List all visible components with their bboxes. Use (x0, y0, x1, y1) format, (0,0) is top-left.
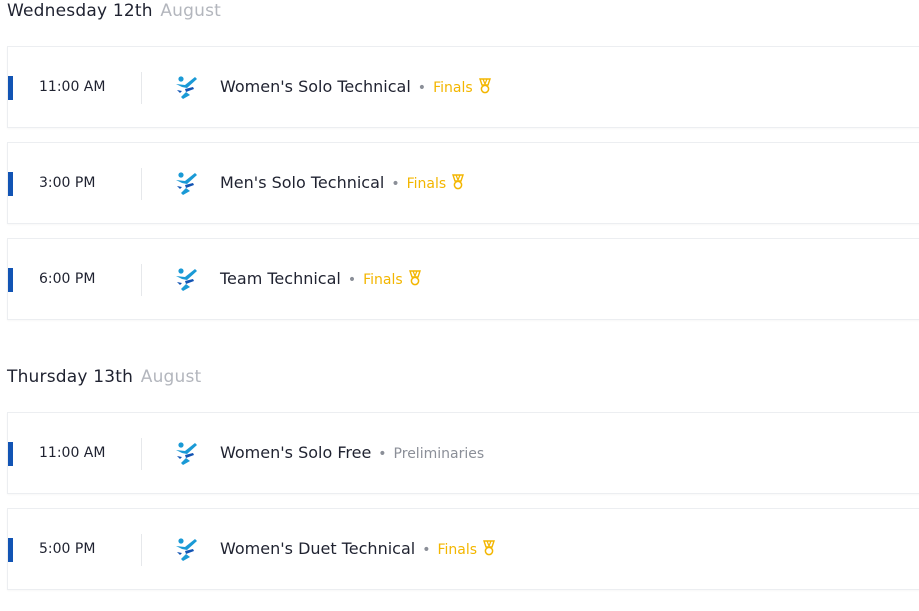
event-name: Team Technical (220, 269, 341, 288)
artistic-swimming-icon (176, 76, 197, 99)
accent-bar (8, 538, 13, 562)
divider (141, 168, 142, 200)
event-time: 11:00 AM (39, 445, 106, 461)
medal-icon (478, 78, 491, 94)
artistic-swimming-icon (176, 442, 197, 465)
accent-bar (8, 442, 13, 466)
divider (141, 534, 142, 566)
artistic-swimming-icon (176, 268, 197, 291)
separator-dot: • (378, 446, 387, 462)
day-month: August (140, 367, 202, 387)
artistic-swimming-icon (176, 538, 197, 561)
event-card[interactable]: 6:00 PM Team Technical • Finals (7, 238, 919, 320)
event-stage: Preliminaries (393, 446, 485, 462)
event-stage: Finals (406, 176, 447, 192)
day-header: Wednesday 12th August (7, 1, 221, 21)
event-name: Women's Solo Technical (220, 77, 411, 96)
day-month: August (160, 1, 222, 21)
event-name: Women's Solo Free (220, 443, 372, 462)
separator-dot: • (417, 80, 427, 96)
event-info: Women's Solo Free • Preliminaries (220, 413, 484, 493)
medal-icon (483, 540, 496, 556)
medal-icon (408, 270, 421, 286)
medal-icon (452, 174, 465, 190)
day-title: Thursday 13th (7, 367, 134, 387)
event-card[interactable]: 3:00 PM Men's Solo Technical • Finals (7, 142, 919, 224)
event-card[interactable]: 11:00 AM Women's Solo Free • Preliminaries (7, 412, 919, 494)
event-card[interactable]: 11:00 AM Women's Solo Technical • Finals (7, 46, 919, 128)
day-header: Thursday 13th August (7, 367, 201, 387)
event-stage: Finals (433, 80, 473, 96)
event-info: Women's Solo Technical • Finals (220, 47, 492, 127)
event-name: Women's Duet Technical (220, 539, 416, 558)
event-name: Men's Solo Technical (220, 173, 385, 192)
divider (141, 438, 142, 470)
separator-dot: • (391, 176, 400, 192)
separator-dot: • (347, 272, 357, 288)
event-stage: Finals (363, 272, 403, 288)
event-time: 3:00 PM (39, 175, 96, 191)
event-info: Team Technical • Finals (220, 239, 422, 319)
artistic-swimming-icon (176, 172, 197, 195)
divider (141, 264, 142, 296)
event-time: 5:00 PM (39, 541, 96, 557)
event-time: 6:00 PM (39, 271, 96, 287)
event-info: Men's Solo Technical • Finals (220, 143, 465, 223)
event-card[interactable]: 5:00 PM Women's Duet Technical • Finals (7, 508, 919, 590)
accent-bar (8, 268, 13, 292)
accent-bar (8, 76, 13, 100)
day-title: Wednesday 12th (7, 1, 153, 21)
event-info: Women's Duet Technical • Finals (220, 509, 496, 589)
separator-dot: • (422, 542, 431, 558)
event-stage: Finals (437, 542, 478, 558)
accent-bar (8, 172, 13, 196)
divider (141, 72, 142, 104)
event-time: 11:00 AM (39, 79, 106, 95)
